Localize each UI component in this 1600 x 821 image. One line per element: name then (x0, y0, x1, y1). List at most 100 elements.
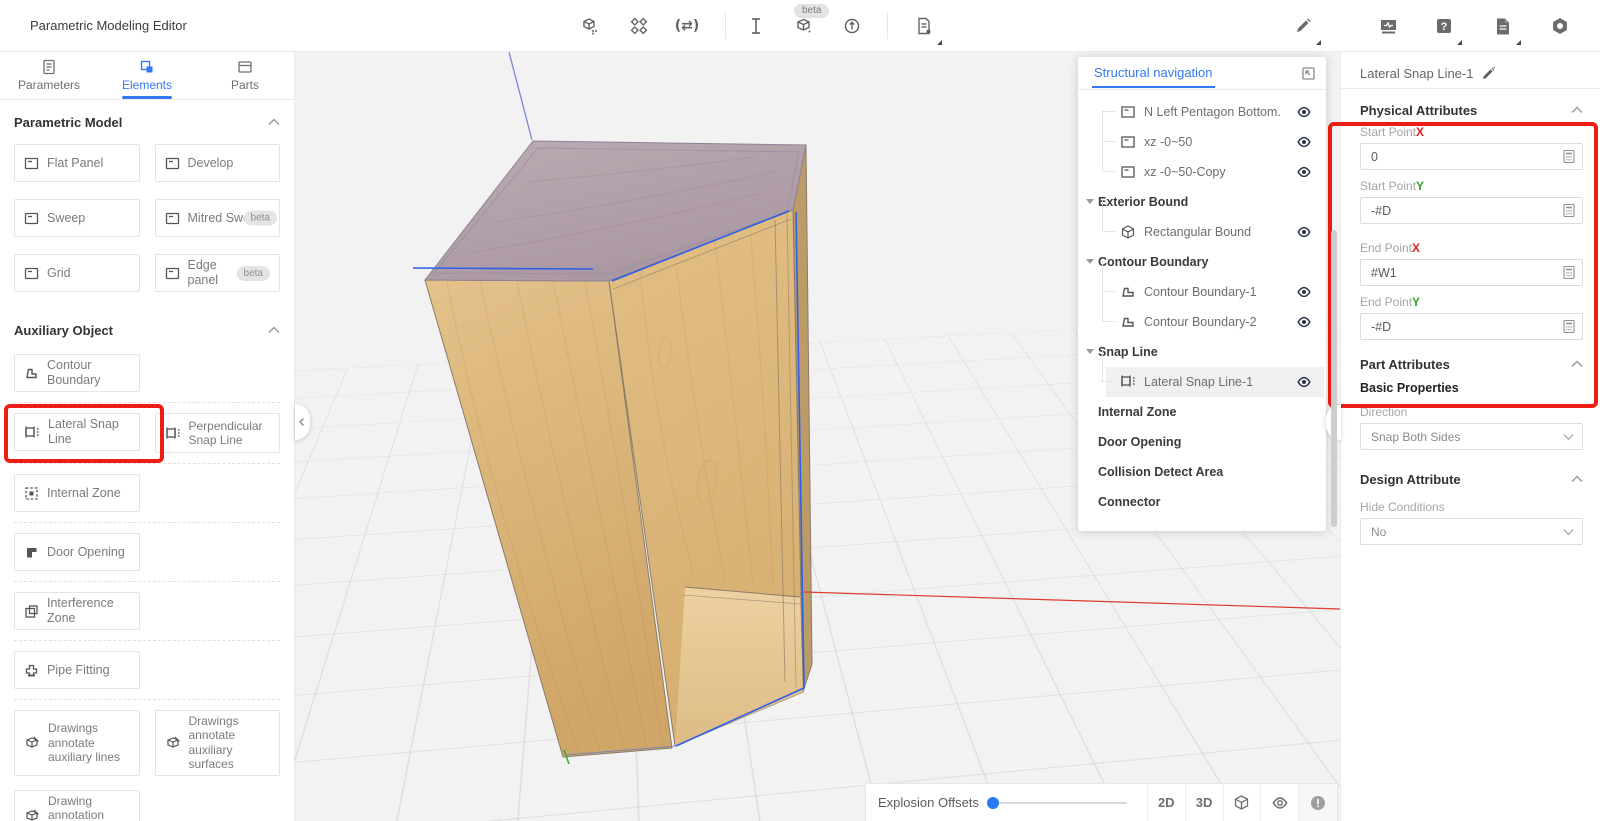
end-point-y-input[interactable]: -#D (1360, 313, 1583, 340)
panel-icon (24, 266, 39, 281)
explosion-offsets-label: Explosion Offsets (878, 795, 979, 810)
eye-icon (1271, 794, 1289, 812)
structural-navigation-tab[interactable]: Structural navigation (1092, 58, 1215, 88)
popout-icon[interactable] (1301, 66, 1316, 81)
tab-parts[interactable]: Parts (196, 52, 294, 99)
lateral-snap-line-button[interactable]: Lateral Snap Line (14, 413, 140, 451)
door-opening-button[interactable]: Door Opening (14, 533, 140, 571)
shaded-view-button[interactable] (1224, 784, 1262, 821)
tree-item-contour-boundary-1[interactable]: Contour Boundary-1 (1078, 277, 1326, 307)
drawing-annotation-solids-button[interactable]: Drawing annotation auxiliary solids (14, 790, 140, 821)
tree-header-connector[interactable]: Connector (1078, 487, 1326, 517)
visibility-eye-icon[interactable] (1296, 164, 1312, 180)
visibility-eye-icon[interactable] (1296, 314, 1312, 330)
tree-group-contour-boundary[interactable]: Contour Boundary (1078, 247, 1326, 277)
section-parametric-model[interactable]: Parametric Model (14, 100, 280, 144)
visibility-eye-icon[interactable] (1296, 104, 1312, 120)
annotate-cube-icon (24, 735, 40, 750)
monitor-activity-icon[interactable] (1374, 12, 1402, 40)
sweep-button[interactable]: Sweep (14, 199, 140, 237)
button-label: Drawings annotate auxiliary surfaces (189, 714, 271, 772)
tree-item-lateral-snap-line-1[interactable]: Lateral Snap Line-1 (1078, 367, 1326, 397)
start-point-y-input[interactable]: -#D (1360, 197, 1583, 224)
formula-calculator-icon[interactable] (1562, 319, 1576, 334)
pencil-icon[interactable] (1289, 12, 1317, 40)
tree-header-door-opening[interactable]: Door Opening (1078, 427, 1326, 457)
document-export-icon[interactable] (910, 12, 938, 40)
edge-panel-button[interactable]: Edge panel beta (155, 254, 281, 292)
model-cube-icon[interactable] (576, 12, 604, 40)
help-icon[interactable]: ? (1430, 12, 1458, 40)
chevron-up-icon[interactable] (1571, 360, 1583, 368)
tree-item-rectangular-bound[interactable]: Rectangular Bound (1078, 217, 1326, 247)
tab-label: Parts (231, 78, 259, 92)
explosion-offsets-control: Explosion Offsets (866, 784, 1148, 821)
tree-item-contour-boundary-2[interactable]: Contour Boundary-2 (1078, 307, 1326, 337)
field-start-point-x: Start PointX 0 (1360, 125, 1583, 170)
develop-button[interactable]: Develop (155, 144, 281, 182)
visibility-eye-icon[interactable] (1296, 134, 1312, 150)
scrollbar-thumb[interactable] (1331, 230, 1337, 527)
view-3d-button[interactable]: 3D (1186, 784, 1224, 821)
tree-item-label: Contour Boundary-2 (1144, 315, 1257, 329)
pipe-fitting-button[interactable]: Pipe Fitting (14, 651, 140, 689)
sync-icon[interactable] (838, 12, 866, 40)
formula-calculator-icon[interactable] (1562, 265, 1576, 280)
contour-boundary-button[interactable]: Contour Boundary (14, 354, 140, 392)
internal-zone-button[interactable]: Internal Zone (14, 474, 140, 512)
end-point-x-input[interactable]: #W1 (1360, 259, 1583, 286)
panel-icon (1120, 134, 1136, 150)
swap-arrows-icon[interactable]: (⇄) (673, 12, 701, 40)
tree-group-snap-line[interactable]: Snap Line (1078, 337, 1326, 367)
tree-item-label: xz -0~50-Copy (1144, 165, 1226, 179)
mitred-sweep-button[interactable]: Mitred Swee beta (155, 199, 281, 237)
interference-zone-button[interactable]: Interference Zone (14, 592, 140, 630)
chevron-down-icon (1563, 433, 1574, 441)
section-part-attributes[interactable]: Part Attributes (1360, 349, 1583, 379)
perpendicular-snap-line-button[interactable]: Perpendicular Snap Line (155, 413, 281, 453)
visibility-eye-icon[interactable] (1296, 374, 1312, 390)
formula-calculator-icon[interactable] (1562, 149, 1576, 164)
view-2d-button[interactable]: 2D (1148, 784, 1186, 821)
dropdown-corner (1516, 40, 1521, 45)
section-design-attribute[interactable]: Design Attribute (1360, 464, 1583, 494)
tree-item-label: Rectangular Bound (1144, 225, 1251, 239)
tab-parameters[interactable]: Parameters (0, 52, 98, 99)
explosion-offsets-slider[interactable] (989, 802, 1127, 804)
warning-button[interactable] (1299, 784, 1337, 821)
tree-header-internal-zone[interactable]: Internal Zone (1078, 397, 1326, 427)
hide-conditions-select[interactable]: No (1360, 518, 1583, 545)
assembly-pattern-icon[interactable] (625, 12, 653, 40)
edit-pencil-icon[interactable] (1481, 66, 1496, 81)
nut-settings-icon[interactable] (1546, 12, 1574, 40)
tree-item-xz-0-50[interactable]: xz -0~50 (1078, 127, 1326, 157)
field-value: -#D (1371, 204, 1391, 218)
tab-elements[interactable]: Elements (98, 52, 196, 99)
chevron-up-icon[interactable] (268, 118, 280, 126)
flat-panel-button[interactable]: Flat Panel (14, 144, 140, 182)
drawings-annotate-lines-button[interactable]: Drawings annotate auxiliary lines (14, 710, 140, 776)
visibility-button[interactable] (1261, 784, 1299, 821)
document-icon[interactable] (1489, 12, 1517, 40)
tree-item-label: xz -0~50 (1144, 135, 1192, 149)
direction-select[interactable]: Snap Both Sides (1360, 423, 1583, 450)
start-point-x-input[interactable]: 0 (1360, 143, 1583, 170)
section-auxiliary-object[interactable]: Auxiliary Object (14, 308, 280, 352)
drawings-annotate-surfaces-button[interactable]: Drawings annotate auxiliary surfaces (155, 710, 281, 776)
section-physical-attributes[interactable]: Physical Attributes (1360, 95, 1583, 125)
formula-calculator-icon[interactable] (1562, 203, 1576, 218)
tree-item-n-left-pentagon-bottom[interactable]: N Left Pentagon Bottom... (1078, 97, 1326, 127)
tree-group-exterior-bound[interactable]: Exterior Bound (1078, 187, 1326, 217)
tree-header-collision-detect-area[interactable]: Collision Detect Area (1078, 457, 1326, 487)
grid-button[interactable]: Grid (14, 254, 140, 292)
chevron-up-icon[interactable] (1571, 475, 1583, 483)
slider-knob[interactable] (987, 797, 999, 809)
tree-group-label: Connector (1098, 495, 1161, 509)
visibility-eye-icon[interactable] (1296, 284, 1312, 300)
tree-line (1102, 111, 1115, 112)
chevron-up-icon[interactable] (1571, 106, 1583, 114)
visibility-eye-icon[interactable] (1296, 224, 1312, 240)
ruler-icon[interactable] (742, 12, 770, 40)
chevron-up-icon[interactable] (268, 326, 280, 334)
tree-item-xz-0-50-copy[interactable]: xz -0~50-Copy (1078, 157, 1326, 187)
